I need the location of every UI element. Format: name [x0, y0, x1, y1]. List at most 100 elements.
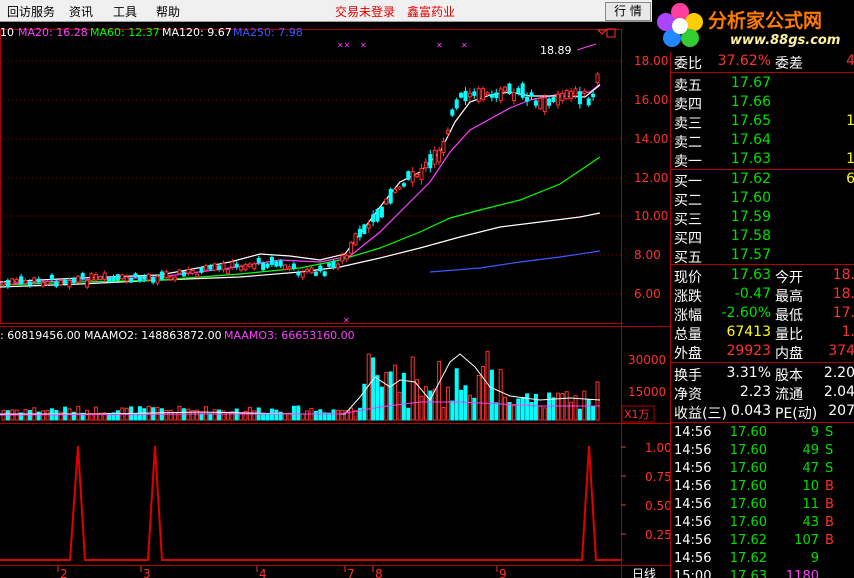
candle-body	[186, 268, 191, 274]
ask-row[interactable]: 卖三 17.65 1	[671, 112, 854, 132]
candle-body	[120, 274, 125, 280]
candle-body	[520, 83, 525, 98]
stat-row: 涨幅 -2.60% 最低 17.	[671, 304, 854, 324]
candle-body	[595, 73, 600, 84]
tick-time: 14:56	[674, 479, 712, 494]
stat-value: -2.60%	[721, 305, 771, 321]
ask-row[interactable]: 卖一 17.63 1	[671, 150, 854, 170]
volume-bar	[115, 410, 120, 421]
bid-row[interactable]: 买四 17.58	[671, 227, 854, 247]
candle-body	[63, 279, 68, 285]
volume-bar	[212, 409, 217, 421]
bid-row[interactable]: 买二 17.60	[671, 189, 854, 209]
candle-body	[234, 263, 239, 268]
tick-time: 14:56	[674, 551, 712, 566]
candle-body	[177, 269, 182, 275]
candle-body	[423, 161, 428, 169]
candle-body	[463, 90, 468, 102]
tick-volume: 9	[810, 551, 819, 566]
candle-body	[111, 276, 116, 282]
ask-row[interactable]: 卖二 17.64	[671, 131, 854, 151]
volume-bar	[164, 409, 169, 421]
ask-row[interactable]: 卖四 17.66	[671, 93, 854, 113]
candle-body	[58, 280, 63, 286]
candle-body	[507, 83, 512, 95]
bid-row[interactable]: 买一 17.62 6	[671, 170, 854, 190]
candle-body	[591, 93, 596, 98]
volume-bar	[586, 399, 591, 421]
candle-body	[203, 265, 208, 271]
candle-body	[340, 255, 345, 262]
stat-row: 总量 67413 量比 1.	[671, 323, 854, 343]
candle-body	[547, 98, 552, 106]
candle-body	[533, 100, 538, 106]
candle-body	[142, 276, 147, 280]
tick-volume: 43	[802, 515, 819, 530]
candle-body	[10, 278, 15, 285]
menu-item-service[interactable]: 回访服务	[7, 3, 55, 20]
volume-bar	[155, 406, 160, 421]
volume-bar	[349, 407, 354, 421]
candle-body	[115, 274, 120, 281]
tick-volume: 47	[802, 461, 819, 476]
candle-body	[511, 91, 516, 102]
candle-body	[27, 281, 32, 286]
maximize-icon[interactable]	[606, 28, 616, 38]
tick-row: 14:56 17.62 9	[671, 551, 854, 569]
price-tick: 6.00	[634, 287, 661, 301]
stat-value: 17.63	[730, 267, 771, 283]
candle-body	[41, 282, 46, 287]
high-price-pointer	[576, 43, 597, 51]
period-label[interactable]: 日线	[632, 567, 656, 578]
ask-row[interactable]: 卖五 17.67	[671, 74, 854, 94]
tick-price: 17.62	[729, 551, 767, 566]
candle-body	[503, 86, 508, 92]
quote-button[interactable]: 行 情	[605, 2, 651, 21]
candle-body	[190, 270, 195, 274]
volume-bar	[547, 392, 552, 421]
candle-body	[415, 173, 420, 178]
volume-bar	[54, 409, 59, 421]
candle-body	[344, 255, 349, 260]
candle-body	[67, 280, 72, 288]
kline-chart[interactable]: 10 MA20: 16.28 MA60: 12.37 MA120: 9.67 M…	[0, 22, 670, 578]
bid-volume: 6	[846, 171, 854, 187]
candle-body	[485, 92, 490, 96]
bid-label: 买一	[674, 174, 702, 190]
diamond-icon[interactable]	[596, 29, 608, 35]
stat-row: 现价 17.63 今开 18.	[671, 266, 854, 286]
volume-bar	[406, 407, 411, 421]
tick-time: 15:00	[674, 569, 712, 578]
candle-body	[393, 188, 398, 193]
stat-value: 1.	[841, 324, 854, 340]
candle-body	[569, 90, 574, 99]
candle-body	[525, 96, 530, 102]
volume-bar	[445, 386, 450, 421]
volume-bar	[168, 409, 173, 421]
volume-bar	[393, 364, 398, 421]
candle-body	[252, 263, 257, 270]
maamo3-label: MAAMO3: 66653160.00	[224, 329, 355, 342]
candle-body	[489, 94, 494, 98]
volume-bar	[467, 394, 472, 421]
menu-item-tools[interactable]: 工具	[113, 3, 137, 20]
candle-body	[274, 261, 279, 267]
event-marker: ✕	[436, 41, 443, 50]
tick-row: 14:56 17.60 43 B	[671, 515, 854, 533]
bid-row[interactable]: 买五 17.57	[671, 246, 854, 266]
menu-item-news[interactable]: 资讯	[69, 3, 93, 20]
volume-axis: 30000 15000	[628, 353, 666, 399]
candle-body	[164, 271, 169, 279]
stat-value: 17.	[832, 305, 854, 321]
candle-body	[538, 97, 543, 110]
bid-row[interactable]: 买三 17.59	[671, 208, 854, 228]
candle-body	[247, 263, 252, 268]
volume-bar	[538, 405, 543, 421]
date-axis-ticks	[57, 566, 498, 572]
candle-body	[239, 266, 244, 271]
stat-label: 外盘	[674, 346, 702, 362]
candle-body	[291, 263, 296, 269]
menu-item-help[interactable]: 帮助	[156, 3, 180, 20]
candle-body	[542, 97, 547, 112]
fundamental-value: 3.31%	[726, 365, 771, 381]
